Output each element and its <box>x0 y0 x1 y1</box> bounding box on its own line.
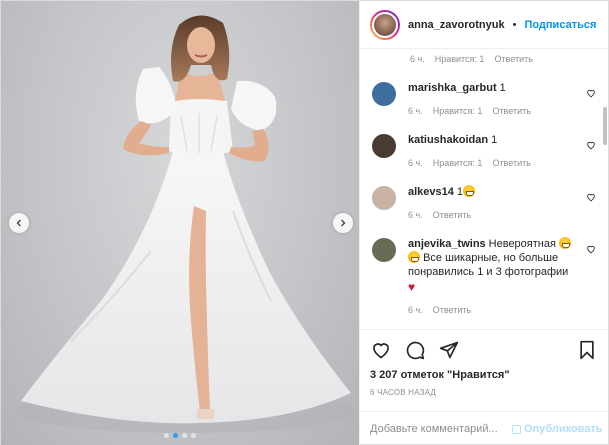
heart-outline-icon <box>373 342 389 358</box>
commenter-username[interactable]: alkevs14 <box>408 186 454 198</box>
comment-bubble-icon <box>406 341 425 359</box>
reply-button[interactable]: Ответить <box>433 303 471 317</box>
grinning-face-icon <box>559 237 571 249</box>
comment-item: marishka_garbut 1 6 ч. Нравится: 1 Ответи… <box>372 81 596 125</box>
likes-count[interactable]: 3 207 отметок "Нравится" <box>360 369 608 385</box>
like-comment-heart-icon[interactable] <box>586 192 596 202</box>
comments-scrollbar[interactable] <box>603 107 607 145</box>
chevron-right-icon <box>341 219 346 227</box>
emoji-picker-icon[interactable] <box>512 424 521 434</box>
carousel-dot <box>182 433 187 438</box>
header-separator: • <box>512 18 517 31</box>
post-header: anna_zavorotnyuk • Подписаться <box>360 1 608 49</box>
comment-item: katiushakoidan 1 6 ч. Нравится: 1 Ответит… <box>372 133 596 177</box>
comment-item: alkevs14 1 6 ч. Ответить <box>372 185 596 229</box>
comment-text: 1 <box>491 134 498 146</box>
reply-button[interactable]: Ответить <box>492 104 530 118</box>
comment-button[interactable] <box>404 339 426 361</box>
comment-likes[interactable]: Нравится: 1 <box>435 54 485 69</box>
commenter-username[interactable]: anjevika_twins <box>408 238 486 250</box>
comment-age: 6 ч. <box>410 54 425 64</box>
comment-text: 1 <box>499 82 506 94</box>
author-avatar[interactable] <box>370 9 400 40</box>
save-button[interactable] <box>576 339 598 361</box>
commenter-username[interactable]: marishka_garbut <box>408 82 497 94</box>
add-comment-bar: Опубликовать <box>360 411 608 445</box>
commenter-avatar[interactable] <box>372 82 396 106</box>
post-timestamp[interactable]: 6 ЧАСОВ НАЗАД <box>360 385 608 411</box>
comment-item: anjevika_twins Невероятная Все шикарные, … <box>372 237 596 323</box>
carousel-next-button[interactable] <box>333 213 353 233</box>
comment-text-continued: Все шикарные, но больше понравились 1 и … <box>408 252 569 278</box>
carousel-prev-button[interactable] <box>9 213 29 233</box>
comment-age: 6 ч. <box>408 106 423 116</box>
publish-label: Опубликовать <box>524 423 603 435</box>
carousel-dot <box>173 433 178 438</box>
reply-button[interactable]: Ответить <box>494 54 532 69</box>
instagram-post: anna_zavorotnyuk • Подписаться 6 ч. Нрав… <box>0 0 609 445</box>
carousel-indicator <box>1 433 359 438</box>
post-sidebar: anna_zavorotnyuk • Подписаться 6 ч. Нрав… <box>359 1 608 445</box>
like-comment-heart-icon[interactable] <box>586 88 596 98</box>
comment-likes[interactable]: Нравится: 1 <box>433 156 483 170</box>
chevron-left-icon <box>16 219 21 227</box>
post-photo[interactable] <box>1 1 359 445</box>
reply-button[interactable]: Ответить <box>492 156 530 170</box>
comment-age: 6 ч. <box>408 305 423 315</box>
comment-input[interactable] <box>370 423 512 435</box>
carousel-dot <box>191 433 196 438</box>
comment-age: 6 ч. <box>408 210 423 220</box>
comment-text: Невероятная <box>488 238 556 250</box>
comments-list[interactable]: 6 ч. Нравится: 1 Ответить marishka_garbu… <box>360 49 608 329</box>
reply-button[interactable]: Ответить <box>433 208 471 222</box>
photo-illustration <box>16 15 356 433</box>
grinning-face-icon <box>463 185 476 197</box>
commenter-avatar[interactable] <box>372 186 396 210</box>
commenter-avatar[interactable] <box>372 134 396 158</box>
red-heart-icon: ♥ <box>408 280 416 294</box>
commenter-avatar[interactable] <box>372 238 396 262</box>
paper-plane-icon <box>439 341 459 358</box>
share-button[interactable] <box>438 339 460 361</box>
like-comment-heart-icon[interactable] <box>586 140 596 150</box>
post-actions <box>360 329 608 369</box>
author-username[interactable]: anna_zavorotnyuk <box>408 19 505 31</box>
follow-button[interactable]: Подписаться <box>524 19 596 31</box>
carousel-dot <box>164 433 169 438</box>
comment-meta: 6 ч. Нравится: 1 Ответить <box>372 49 596 69</box>
comment-age: 6 ч. <box>408 158 423 168</box>
commenter-username[interactable]: katiushakoidan <box>408 134 488 146</box>
grinning-face-icon <box>408 251 420 263</box>
comment-likes[interactable]: Нравится: 1 <box>433 104 483 118</box>
publish-button[interactable]: Опубликовать <box>512 423 603 435</box>
like-button[interactable] <box>370 339 392 361</box>
bookmark-icon <box>580 340 594 359</box>
like-comment-heart-icon[interactable] <box>586 244 596 254</box>
